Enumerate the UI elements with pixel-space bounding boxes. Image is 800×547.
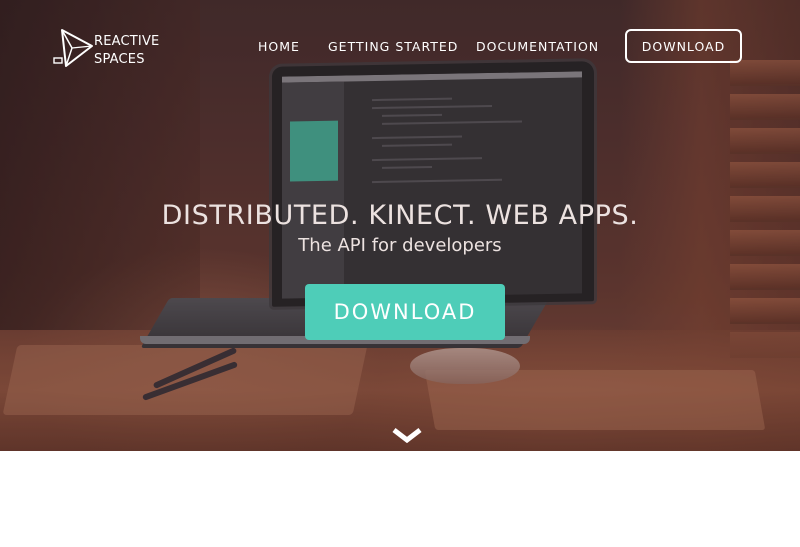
brand-name: REACTIVE SPACES (94, 33, 159, 69)
brand-name-line2: SPACES (94, 52, 145, 67)
nav-link-documentation[interactable]: DOCUMENTATION (476, 39, 599, 54)
hero-subheadline: The API for developers (298, 235, 502, 256)
paper-plane-logo-icon (53, 29, 93, 67)
brand-name-line1: REACTIVE (94, 34, 160, 49)
hero-download-button[interactable]: DOWNLOAD (305, 284, 505, 340)
hero-section: REACTIVE SPACES HOME GETTING STARTED DOC… (0, 0, 800, 451)
brand-logo[interactable]: REACTIVE SPACES (52, 28, 172, 72)
content-area (0, 451, 800, 547)
chevron-down-icon (392, 428, 422, 444)
nav-download-button[interactable]: DOWNLOAD (625, 29, 742, 63)
scroll-down-button[interactable] (391, 427, 423, 444)
nav-link-home[interactable]: HOME (258, 39, 300, 54)
hero-headline: DISTRIBUTED. KINECT. WEB APPS. (161, 200, 639, 231)
nav-link-getting-started[interactable]: GETTING STARTED (328, 39, 458, 54)
